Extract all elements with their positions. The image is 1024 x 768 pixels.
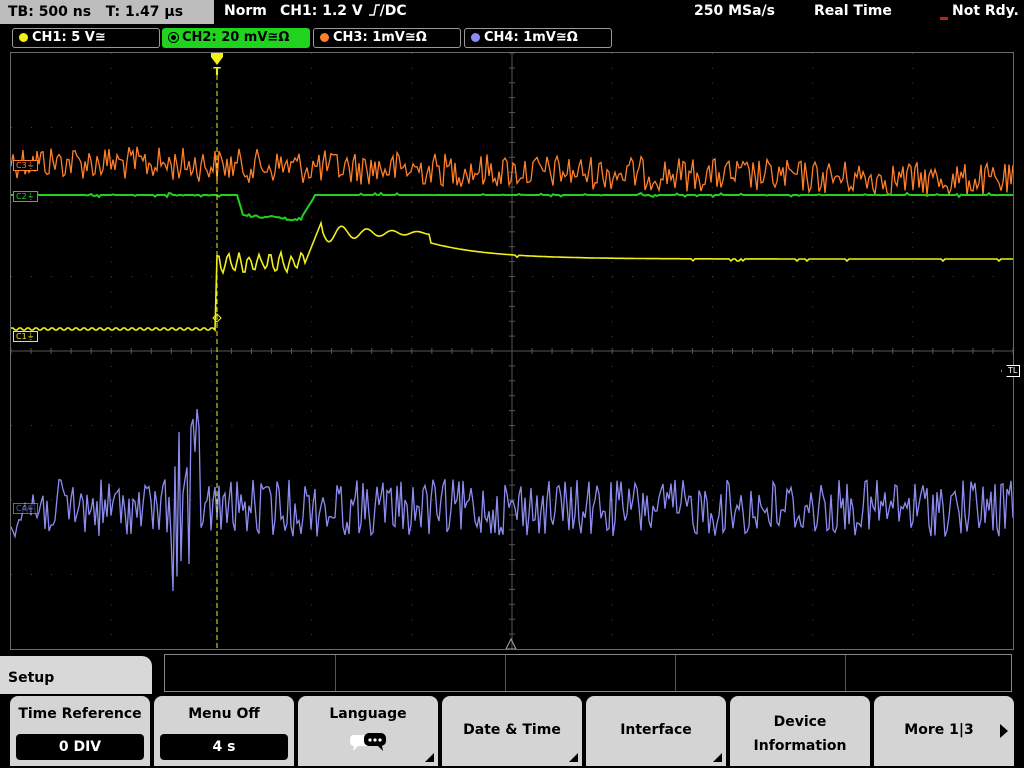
ch4-label: CH4: 1mV: [484, 30, 556, 45]
trigger-time-value: T: 1.47 µs: [105, 4, 184, 20]
date-time-label: Date & Time: [463, 722, 561, 738]
ch3-label: CH3: 1mV: [333, 30, 405, 45]
device-information-label: Device Information: [730, 710, 870, 758]
time-reference-label: Time Reference: [18, 706, 142, 722]
device-information-button[interactable]: Device Information: [730, 696, 870, 766]
speech-bubbles-icon: [350, 733, 386, 751]
channel-tab-ch1[interactable]: CH1: 5 V≅: [12, 28, 160, 48]
ch3-coupling: ≅Ω: [404, 30, 427, 45]
next-page-icon: [1000, 724, 1008, 738]
info-divider: [505, 655, 506, 691]
status-indicator: [940, 17, 948, 20]
softkey-menu: Setup Time Reference 0 DIV Menu Off 4 s …: [0, 652, 1024, 768]
time-reference-icon: [505, 637, 517, 649]
ch4-offset-marker[interactable]: C4⏚: [13, 503, 38, 514]
ch1-color-dot: [19, 33, 28, 42]
info-divider: [845, 655, 846, 691]
waveform-display[interactable]: T C3⏚ C2⏚ C1⏚ C4⏚ TL: [10, 52, 1021, 650]
info-divider: [675, 655, 676, 691]
ch3-color-dot: [320, 33, 329, 42]
timebase-value: TB: 500 ns: [8, 4, 92, 20]
rising-edge-icon: [368, 4, 380, 16]
trigger-mode[interactable]: Norm: [224, 3, 267, 19]
softkey-row: Time Reference 0 DIV Menu Off 4 s Langua…: [0, 694, 1024, 768]
graticule: [11, 53, 1013, 649]
interface-button[interactable]: Interface: [586, 696, 726, 766]
time-reference-value: 0 DIV: [16, 734, 144, 760]
ch2-label: CH2: 20 mV: [182, 30, 268, 45]
interface-label: Interface: [620, 722, 692, 738]
timebase-display[interactable]: TB: 500 ns T: 1.47 µs: [0, 0, 214, 24]
menu-title: Setup: [0, 656, 152, 696]
menu-off-value: 4 s: [160, 734, 288, 760]
device-information-line1: Device: [773, 714, 827, 730]
channel-tab-ch4[interactable]: CH4: 1mV≅Ω: [464, 28, 612, 48]
channel-tab-ch2[interactable]: CH2: 20 mV≅Ω: [162, 28, 310, 48]
submenu-indicator-icon: [713, 753, 722, 762]
ch2-offset-marker[interactable]: C2⏚: [13, 191, 38, 202]
ch1-label: CH1: 5 V: [32, 30, 95, 45]
info-divider: [335, 655, 336, 691]
trigger-marker-label: T: [213, 65, 221, 78]
info-strip: [164, 654, 1012, 692]
channel-tab-ch3[interactable]: CH3: 1mV≅Ω: [313, 28, 461, 48]
trigger-level: CH1: 1.2 V: [280, 3, 363, 19]
trigger-info[interactable]: CH1: 1.2 V /DC: [280, 3, 407, 19]
ch2-color-dot: [169, 33, 178, 42]
waveform-canvas[interactable]: T: [11, 53, 1013, 649]
submenu-indicator-icon: [569, 753, 578, 762]
more-label: More 1|3: [904, 722, 974, 738]
trigger-marker[interactable]: T: [211, 53, 223, 78]
run-status: Not Rdy.: [952, 3, 1019, 19]
ch3-offset-marker[interactable]: C3⏚: [13, 160, 38, 171]
channel-bar: CH1: 5 V≅ CH2: 20 mV≅Ω CH3: 1mV≅Ω CH4: 1…: [0, 26, 1024, 50]
ch4-color-dot: [471, 33, 480, 42]
time-reference-button[interactable]: Time Reference 0 DIV: [10, 696, 150, 766]
ch1-offset-marker[interactable]: C1⏚: [13, 331, 38, 342]
device-information-line2: Information: [753, 738, 847, 754]
submenu-indicator-icon: [425, 753, 434, 762]
acquisition-mode: Real Time: [814, 3, 892, 19]
ch2-coupling: ≅Ω: [267, 30, 290, 45]
status-bar: TB: 500 ns T: 1.47 µs Norm CH1: 1.2 V /D…: [0, 0, 1024, 26]
language-label: Language: [329, 706, 407, 722]
trigger-coupling: DC: [384, 3, 407, 19]
language-button[interactable]: Language: [298, 696, 438, 766]
menu-off-button[interactable]: Menu Off 4 s: [154, 696, 294, 766]
more-button[interactable]: More 1|3: [874, 696, 1014, 766]
ch1-coupling: ≅: [94, 30, 106, 45]
sample-rate: 250 MSa/s: [694, 3, 776, 19]
menu-off-label: Menu Off: [188, 706, 260, 722]
date-time-button[interactable]: Date & Time: [442, 696, 582, 766]
ch4-coupling: ≅Ω: [555, 30, 578, 45]
